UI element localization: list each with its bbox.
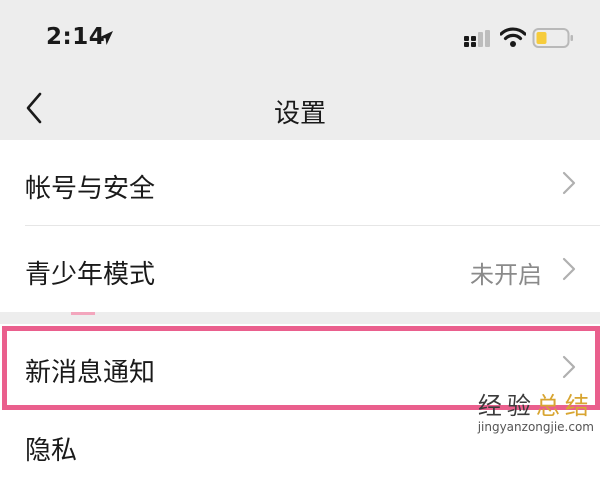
chevron-right-icon <box>562 257 576 281</box>
settings-item-teen-mode[interactable]: 青少年模式 未开启 <box>0 226 600 312</box>
chevron-right-icon <box>562 355 576 379</box>
settings-item-label: 青少年模式 <box>25 260 156 290</box>
status-bar: 2:14 <box>0 0 600 76</box>
wifi-icon <box>500 27 526 47</box>
watermark-logo-text: 经验总结 <box>477 392 594 420</box>
watermark-url: jingyanzongjie.com <box>477 420 594 434</box>
settings-item-label: 隐私 <box>25 436 78 466</box>
settings-item-value: 未开启 <box>470 261 542 289</box>
location-arrow-icon <box>99 31 113 45</box>
chevron-right-icon <box>562 171 576 195</box>
decorative-mark <box>71 312 95 315</box>
watermark: 经验总结 jingyanzongjie.com <box>478 392 594 434</box>
settings-item-label: 新消息通知 <box>25 358 156 388</box>
battery-icon <box>532 28 573 48</box>
settings-item-account-security[interactable]: 帐号与安全 <box>0 140 600 226</box>
navigation-bar: 设置 <box>0 76 600 140</box>
cellular-signal-icon <box>464 30 490 47</box>
page-title: 设置 <box>273 99 326 129</box>
settings-item-label: 帐号与安全 <box>25 174 156 204</box>
